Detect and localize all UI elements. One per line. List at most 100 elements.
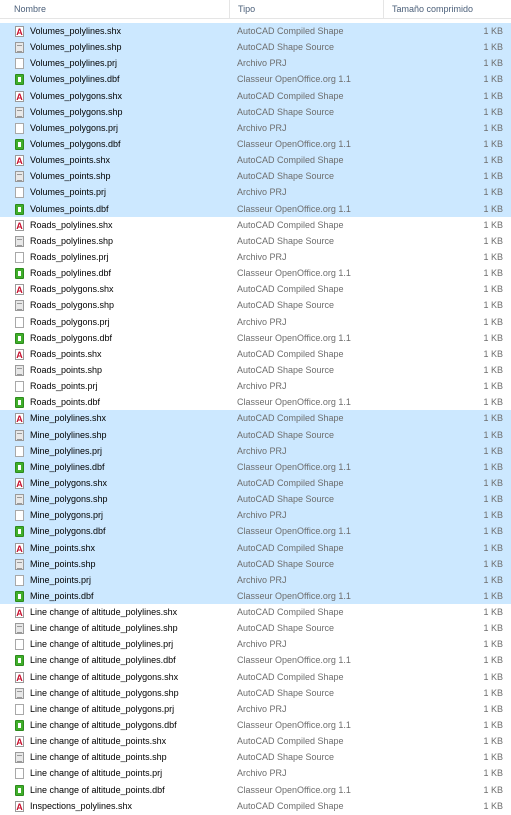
file-row[interactable]: Roads_polylines.prj Archivo PRJ 1 KB bbox=[0, 249, 511, 265]
file-size: 1 KB bbox=[483, 639, 503, 650]
openoffice-spreadsheet-icon bbox=[15, 655, 24, 667]
file-size: 1 KB bbox=[483, 607, 503, 618]
file-type: Classeur OpenOffice.org 1.1 bbox=[237, 268, 351, 279]
openoffice-spreadsheet-icon bbox=[15, 268, 24, 280]
file-name: Line change of altitude_points.dbf bbox=[30, 784, 165, 795]
file-name: Line change of altitude_polylines.shp bbox=[30, 623, 178, 634]
file-row[interactable]: Roads_points.shx AutoCAD Compiled Shape 1 … bbox=[0, 346, 511, 363]
file-row[interactable]: Mine_polygons.prj Archivo PRJ 1 KB bbox=[0, 507, 511, 524]
file-size: 1 KB bbox=[483, 590, 503, 601]
file-row[interactable]: Roads_polygons.shx AutoCAD Compiled Shape… bbox=[0, 281, 511, 298]
file-name: Line change of altitude_points.prj bbox=[30, 768, 163, 779]
autocad-shape-source-icon bbox=[15, 623, 24, 635]
file-row[interactable]: Volumes_polylines.shp AutoCAD Shape Sourc… bbox=[0, 39, 511, 56]
file-row[interactable]: Volumes_polygons.shx AutoCAD Compiled Sha… bbox=[0, 87, 511, 105]
file-row[interactable]: Line change of altitude_polylines.prj Arc… bbox=[0, 636, 511, 652]
file-name: Volumes_points.shp bbox=[30, 171, 111, 182]
file-row[interactable]: Line change of altitude_polylines.shp Aut… bbox=[0, 620, 511, 636]
file-row[interactable]: Roads_polylines.dbf Classeur OpenOffice.o… bbox=[0, 265, 511, 281]
file-row[interactable]: Roads_polygons.dbf Classeur OpenOffice.or… bbox=[0, 330, 511, 346]
openoffice-spreadsheet-icon bbox=[15, 74, 24, 86]
file-type: Archivo PRJ bbox=[237, 251, 287, 262]
file-type: AutoCAD Shape Source bbox=[237, 687, 335, 698]
file-type: Classeur OpenOffice.org 1.1 bbox=[237, 74, 351, 85]
file-row[interactable]: Mine_points.shx AutoCAD Compiled Shape 1 K… bbox=[0, 539, 511, 557]
autocad-compiled-shape-icon bbox=[15, 282, 24, 298]
file-size: 1 KB bbox=[483, 219, 503, 230]
autocad-shape-source-icon bbox=[15, 364, 24, 376]
openoffice-spreadsheet-icon bbox=[15, 138, 24, 150]
file-row[interactable]: Mine_polylines.shx AutoCAD Compiled Shape… bbox=[0, 410, 511, 427]
file-row[interactable]: Mine_points.prj Archivo PRJ 1 KB bbox=[0, 571, 511, 588]
file-name: Roads_polygons.dbf bbox=[30, 332, 113, 343]
file-size: 1 KB bbox=[483, 623, 503, 634]
file-row[interactable]: Line change of altitude_polygons.prj Arch… bbox=[0, 701, 511, 717]
autocad-compiled-shape-icon bbox=[15, 218, 24, 234]
file-name: Roads_polylines.prj bbox=[30, 251, 109, 262]
file-name: Mine_points.shp bbox=[30, 558, 96, 569]
file-row[interactable]: Line change of altitude_polygons.shx Auto… bbox=[0, 669, 511, 686]
file-row[interactable]: Volumes_polygons.dbf Classeur OpenOffice.… bbox=[0, 135, 511, 153]
file-name: Volumes_polylines.shx bbox=[30, 26, 122, 36]
file-row[interactable]: Volumes_polylines.dbf Classeur OpenOffice… bbox=[0, 71, 511, 88]
file-row[interactable]: Volumes_polygons.prj Archivo PRJ 1 KB bbox=[0, 119, 511, 136]
autocad-shape-source-icon bbox=[15, 235, 24, 247]
file-name: Line change of altitude_polylines.shx bbox=[30, 607, 178, 618]
file-row[interactable]: Inspections_polylines.shx AutoCAD Compile… bbox=[0, 798, 511, 815]
autocad-shape-source-icon bbox=[15, 494, 24, 506]
file-size: 1 KB bbox=[483, 655, 503, 666]
file-type: AutoCAD Compiled Shape bbox=[237, 155, 344, 166]
file-size: 1 KB bbox=[483, 752, 503, 763]
file-row[interactable]: Mine_points.dbf Classeur OpenOffice.org 1… bbox=[0, 587, 511, 605]
file-row[interactable]: Mine_polylines.shp AutoCAD Shape Source 1 … bbox=[0, 426, 511, 443]
file-row[interactable]: Line change of altitude_points.shp AutoCA… bbox=[0, 749, 511, 765]
file-name: Line change of altitude_polygons.dbf bbox=[30, 720, 177, 731]
file-size: 1 KB bbox=[483, 155, 503, 166]
file-row[interactable]: Mine_polylines.dbf Classeur OpenOffice.or… bbox=[0, 458, 511, 475]
file-size: 1 KB bbox=[483, 736, 503, 747]
prj-file-icon bbox=[15, 703, 24, 715]
file-name: Line change of altitude_points.shp bbox=[30, 752, 167, 763]
file-row[interactable]: Mine_polygons.dbf Classeur OpenOffice.org… bbox=[0, 523, 511, 540]
file-row[interactable]: Line change of altitude_points.dbf Classe… bbox=[0, 782, 511, 798]
file-row[interactable]: Roads_polylines.shx AutoCAD Compiled Shap… bbox=[0, 217, 511, 234]
file-type: Archivo PRJ bbox=[237, 187, 287, 198]
file-row[interactable]: Volumes_points.prj Archivo PRJ 1 KB bbox=[0, 184, 511, 201]
file-row[interactable]: Line change of altitude_polygons.dbf Clas… bbox=[0, 717, 511, 733]
file-size: 1 KB bbox=[483, 203, 503, 214]
file-type: AutoCAD Shape Source bbox=[237, 429, 335, 440]
file-name: Mine_points.dbf bbox=[30, 590, 94, 601]
prj-file-icon bbox=[15, 381, 24, 393]
column-header-type[interactable]: Tipo bbox=[230, 0, 384, 18]
openoffice-spreadsheet-icon bbox=[15, 526, 24, 538]
file-row[interactable]: Roads_polylines.shp AutoCAD Shape Source 1… bbox=[0, 233, 511, 249]
file-row[interactable]: Volumes_points.shp AutoCAD Shape Source 1 … bbox=[0, 168, 511, 185]
file-row[interactable]: Line change of altitude_polylines.dbf Cla… bbox=[0, 652, 511, 668]
file-row[interactable]: Roads_points.prj Archivo PRJ 1 KB bbox=[0, 378, 511, 394]
file-row[interactable]: Volumes_polygons.shp AutoCAD Shape Source… bbox=[0, 103, 511, 120]
file-row[interactable]: Volumes_points.dbf Classeur OpenOffice.or… bbox=[0, 200, 511, 217]
file-row[interactable]: Volumes_points.shx AutoCAD Compiled Shape… bbox=[0, 152, 511, 169]
file-row[interactable]: Mine_polygons.shx AutoCAD Compiled Shape 1… bbox=[0, 474, 511, 492]
file-row[interactable]: Line change of altitude_points.shx AutoCA… bbox=[0, 733, 511, 750]
file-row[interactable]: Roads_polygons.shp AutoCAD Shape Source 1 … bbox=[0, 297, 511, 313]
openoffice-spreadsheet-icon bbox=[15, 720, 24, 732]
file-row[interactable]: Line change of altitude_polygons.shp Auto… bbox=[0, 685, 511, 701]
file-row[interactable]: Mine_points.shp AutoCAD Shape Source 1 KB bbox=[0, 555, 511, 572]
file-row[interactable]: Volumes_polylines.prj Archivo PRJ 1 KB bbox=[0, 55, 511, 72]
file-name: Mine_polygons.dbf bbox=[30, 526, 106, 537]
file-type: AutoCAD Compiled Shape bbox=[237, 477, 344, 488]
prj-file-icon bbox=[15, 251, 24, 263]
file-row[interactable]: Volumes_polylines.shx AutoCAD Compiled Sh… bbox=[0, 23, 511, 40]
file-row[interactable]: Roads_points.shp AutoCAD Shape Source 1 KB bbox=[0, 362, 511, 378]
file-row[interactable]: Line change of altitude_points.prj Archiv… bbox=[0, 765, 511, 781]
file-row[interactable]: Roads_points.dbf Classeur OpenOffice.org … bbox=[0, 394, 511, 410]
file-row[interactable]: Roads_polygons.prj Archivo PRJ 1 KB bbox=[0, 314, 511, 330]
file-type: AutoCAD Shape Source bbox=[237, 752, 335, 763]
file-row[interactable]: Line change of altitude_polylines.shx Aut… bbox=[0, 604, 511, 621]
file-row[interactable]: Mine_polygons.shp AutoCAD Shape Source 1 K… bbox=[0, 491, 511, 508]
column-header-compressed-size[interactable]: Tamaño comprimido bbox=[384, 0, 511, 18]
file-row[interactable]: Mine_polylines.prj Archivo PRJ 1 KB bbox=[0, 442, 511, 459]
column-header-name[interactable]: Nombre bbox=[6, 0, 230, 18]
openoffice-spreadsheet-icon bbox=[15, 397, 24, 409]
